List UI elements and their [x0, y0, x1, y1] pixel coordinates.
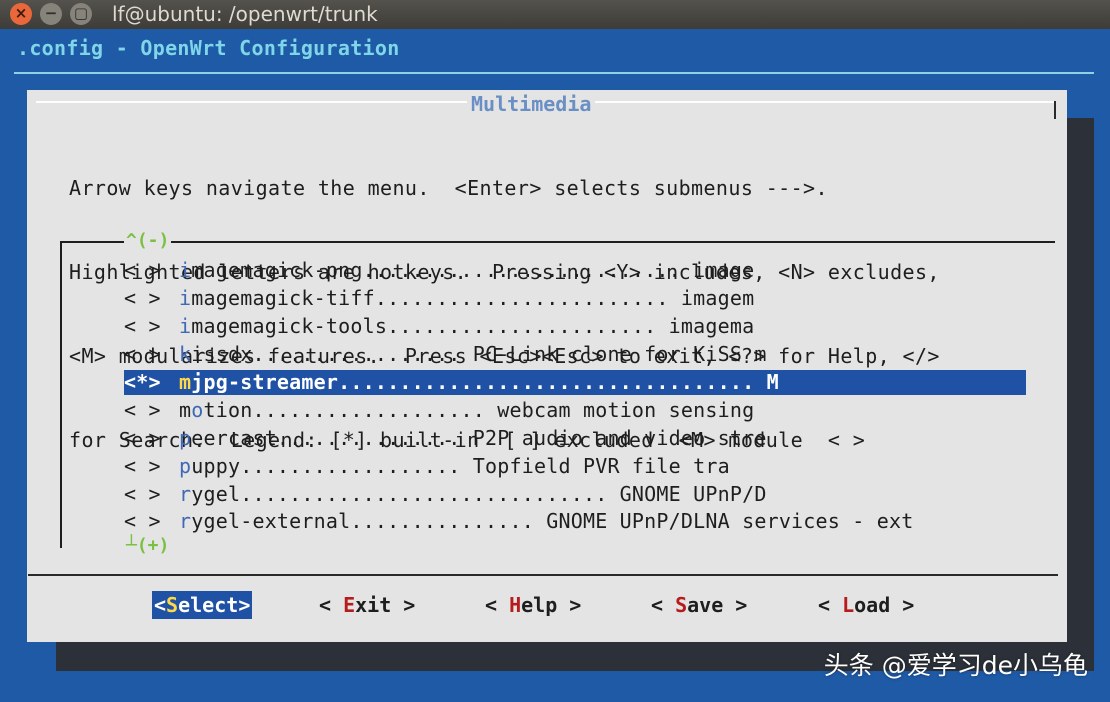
item-label: jpg-streamer............................… [191, 370, 779, 394]
item-label: eercast............... P2P audio and vid… [191, 426, 767, 450]
item-hotkey: k [179, 342, 192, 366]
item-label: tion................... webcam motion se… [203, 398, 755, 422]
button-bracket: > [557, 593, 582, 617]
save-button[interactable]: < Save > [651, 591, 747, 619]
item-label: issdx................. PC-Link clone for… [191, 342, 767, 366]
dialog-border-right [1054, 101, 1056, 119]
item-hotkey: i [179, 258, 192, 282]
button-bracket: > [391, 593, 416, 617]
load-button[interactable]: < Load > [818, 591, 914, 619]
button-bracket: < [818, 593, 843, 617]
help-button[interactable]: < Help > [485, 591, 581, 619]
item-hotkey: p [179, 426, 192, 450]
item-state: < > [124, 286, 161, 310]
item-label-prefix: m [179, 398, 192, 422]
item-label: ygel.............................. GNOME… [191, 482, 767, 506]
select-button[interactable]: <Select> [152, 591, 253, 619]
button-label: ave [687, 593, 724, 617]
item-state: < > [124, 258, 161, 282]
backtitle: .config - OpenWrt Configuration [17, 36, 400, 60]
item-state: <*> [124, 370, 161, 394]
menu-item-imagemagick-tools[interactable]: < > imagemagick-tools....................… [124, 314, 1026, 339]
item-hotkey: i [179, 286, 192, 310]
menu-item-puppy[interactable]: < > puppy.................. Topfield PVR … [124, 454, 1026, 479]
item-hotkey: r [179, 482, 192, 506]
maximize-window-icon[interactable]: ▢ [70, 3, 92, 25]
button-hotkey: L [842, 593, 855, 617]
button-hotkey: H [509, 593, 522, 617]
item-state: < > [124, 509, 161, 533]
item-state: < > [124, 314, 161, 338]
button-bracket: > [238, 593, 251, 617]
help-line: Arrow keys navigate the menu. <Enter> se… [69, 176, 828, 200]
button-hotkey: E [343, 593, 356, 617]
dialog-title: Multimedia [467, 92, 596, 116]
item-state: < > [124, 398, 161, 422]
item-state: < > [124, 482, 161, 506]
menu-item-rygel-external[interactable]: < > rygel-external............... GNOME U… [124, 509, 1026, 534]
button-bracket: > [723, 593, 748, 617]
menu-item-motion[interactable]: < > motion................... webcam moti… [124, 398, 1026, 423]
button-hotkey: S [166, 593, 179, 617]
window-title: lf@ubuntu: /openwrt/trunk [112, 2, 378, 26]
item-state: < > [124, 342, 161, 366]
button-bracket: < [651, 593, 676, 617]
button-label: elect [178, 593, 239, 617]
item-hotkey: p [179, 454, 192, 478]
button-bracket: < [319, 593, 344, 617]
item-state: < > [124, 426, 161, 450]
item-label: magemagick-png..........................… [191, 258, 755, 282]
item-hotkey: o [191, 398, 204, 422]
minimize-window-icon[interactable]: − [40, 3, 62, 25]
scroll-down-indicator[interactable]: ┴(+) [124, 535, 172, 556]
button-row-divider [28, 574, 1058, 576]
button-bracket: > [890, 593, 915, 617]
item-hotkey: r [179, 509, 192, 533]
exit-button[interactable]: < Exit > [319, 591, 415, 619]
menu-item-rygel[interactable]: < > rygel.............................. G… [124, 482, 1026, 507]
scroll-up-indicator[interactable]: ^(-) [124, 230, 172, 251]
item-label: magemagick-tiff........................ … [191, 286, 755, 310]
watermark: 头条 @爱学习de小乌龟 [823, 651, 1088, 680]
menu-item-kissdx[interactable]: < > kissdx................. PC-Link clone… [124, 342, 1026, 367]
button-label: oad [854, 593, 891, 617]
item-hotkey: i [179, 314, 192, 338]
item-state: < > [124, 454, 161, 478]
item-label: uppy.................. Topfield PVR file… [191, 454, 730, 478]
button-bracket: < [485, 593, 510, 617]
menu-item-imagemagick-png[interactable]: < > imagemagick-png......................… [124, 258, 1026, 283]
item-hotkey: m [179, 370, 192, 394]
button-label: xit [355, 593, 392, 617]
item-label: ygel-external............... GNOME UPnP/… [191, 509, 914, 533]
button-bracket: < [154, 593, 167, 617]
menu-item-mjpg-streamer[interactable]: <*> mjpg-streamer........................… [124, 370, 1026, 395]
menu-item-peercast[interactable]: < > peercast............... P2P audio and… [124, 426, 1026, 451]
backtitle-divider [14, 72, 1094, 74]
window-titlebar: × − ▢ lf@ubuntu: /openwrt/trunk [0, 0, 1110, 29]
button-hotkey: S [675, 593, 688, 617]
close-window-icon[interactable]: × [10, 3, 32, 25]
item-label: magemagick-tools...................... i… [191, 314, 755, 338]
menu-item-imagemagick-tiff[interactable]: < > imagemagick-tiff.....................… [124, 286, 1026, 311]
button-label: elp [521, 593, 558, 617]
